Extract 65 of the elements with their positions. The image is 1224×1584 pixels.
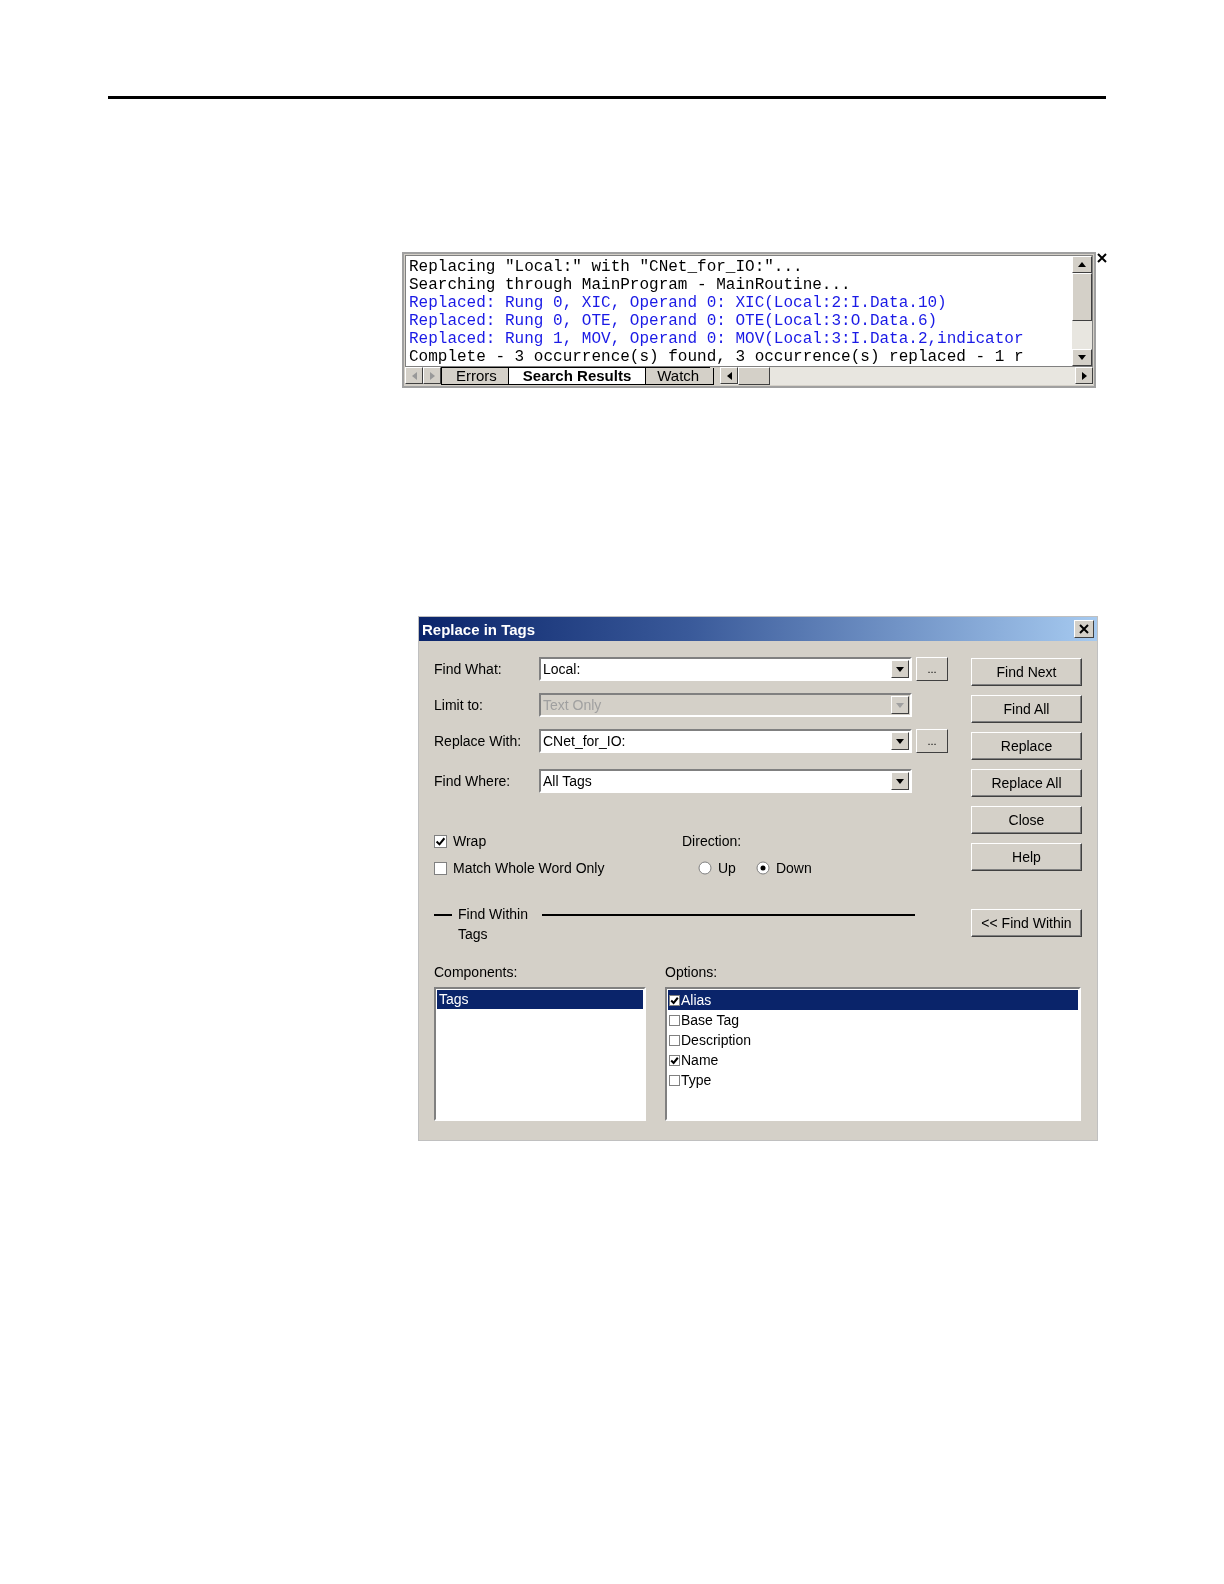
dropdown-field[interactable]: All Tags [539, 769, 912, 793]
window-title: Replace in Tags [422, 620, 536, 638]
arrow-icon [1081, 371, 1087, 380]
close-icon[interactable] [1096, 252, 1108, 264]
radio-button[interactable] [698, 861, 712, 875]
result-line: Complete - 3 occurrence(s) found, 3 occurrence(s) replaced - 1 r [409, 348, 1025, 366]
scroll-down-button[interactable] [1072, 349, 1092, 366]
option-label: Base Tag [681, 1012, 740, 1028]
close-button[interactable] [1074, 620, 1094, 638]
arrow-icon [429, 371, 435, 380]
checkbox-label: Match Whole Word Only [453, 860, 605, 876]
dialog-button[interactable]: Close [971, 806, 1082, 834]
browse-button[interactable]: ... [916, 657, 948, 681]
checkbox[interactable] [669, 1054, 680, 1066]
result-line: Replaced: Rung 1, MOV, Operand 0: MOV(Local:3:I.Data.2,indicator [409, 330, 1025, 348]
field-label: Limit to: [434, 697, 484, 713]
radio-label: Up [718, 860, 736, 876]
tab[interactable]: Search Results [507, 368, 647, 385]
checkbox[interactable] [669, 1034, 680, 1046]
result-line: Searching through MainProgram - MainRoutine... [409, 276, 852, 294]
result-line: Replaced: Rung 0, OTE, Operand 0: OTE(Local:3:O.Data.6) [409, 312, 939, 330]
dialog-button[interactable]: Find Next [971, 658, 1082, 686]
dialog-button[interactable]: Replace [971, 732, 1082, 760]
section-label: Find Within [458, 906, 529, 922]
close-icon [1079, 624, 1089, 634]
result-line: Replacing "Local:" with "CNet_for_IO:"... [409, 258, 804, 276]
arrow-icon [1078, 262, 1086, 267]
radio-button[interactable] [755, 861, 770, 875]
checkbox[interactable] [434, 834, 447, 848]
dialog-button[interactable]: Find All [971, 695, 1082, 723]
scroll-right-button[interactable] [1075, 367, 1093, 384]
list-label: Options: [665, 964, 719, 980]
find-within-button[interactable]: << Find Within [971, 909, 1082, 937]
checkbox[interactable] [669, 1074, 680, 1086]
arrow-icon [1078, 355, 1086, 360]
dialog-button[interactable]: Replace All [971, 769, 1082, 797]
list-label: Components: [434, 964, 519, 980]
checkbox[interactable] [669, 1014, 680, 1026]
option-label: Description [681, 1032, 752, 1048]
field-label: Replace With: [434, 733, 523, 749]
scrollbar-thumb[interactable] [738, 367, 771, 385]
radio-label: Down [775, 860, 812, 876]
scroll-left-button[interactable] [405, 367, 423, 384]
option-label: Type [681, 1072, 712, 1088]
arrow-icon [726, 371, 732, 380]
field-label: Find What: [434, 661, 503, 677]
section-label: Tags [458, 926, 489, 942]
scrollbar-thumb[interactable] [1072, 273, 1092, 321]
checkbox-label: Wrap [453, 833, 487, 849]
dialog-button[interactable]: Help [971, 843, 1082, 871]
dropdown-field[interactable]: CNet_for_IO: [539, 729, 912, 753]
option-label: Alias [681, 992, 712, 1008]
list-item[interactable]: Tags [437, 990, 643, 1009]
result-line: Replaced: Rung 0, XIC, Operand 0: XIC(Local:2:I.Data.10) [409, 294, 948, 312]
checkbox[interactable] [669, 994, 680, 1006]
browse-button[interactable]: ... [916, 729, 948, 753]
option-label: Name [681, 1052, 719, 1068]
arrow-icon [411, 371, 417, 380]
scroll-right-button[interactable] [423, 367, 441, 384]
group-label: Direction: [682, 833, 743, 849]
checkbox[interactable] [434, 861, 447, 875]
field-label: Find Where: [434, 773, 512, 789]
dropdown-field[interactable]: Local: [539, 657, 912, 681]
scroll-up-button[interactable] [1072, 256, 1092, 273]
scroll-left-button[interactable] [720, 367, 739, 384]
